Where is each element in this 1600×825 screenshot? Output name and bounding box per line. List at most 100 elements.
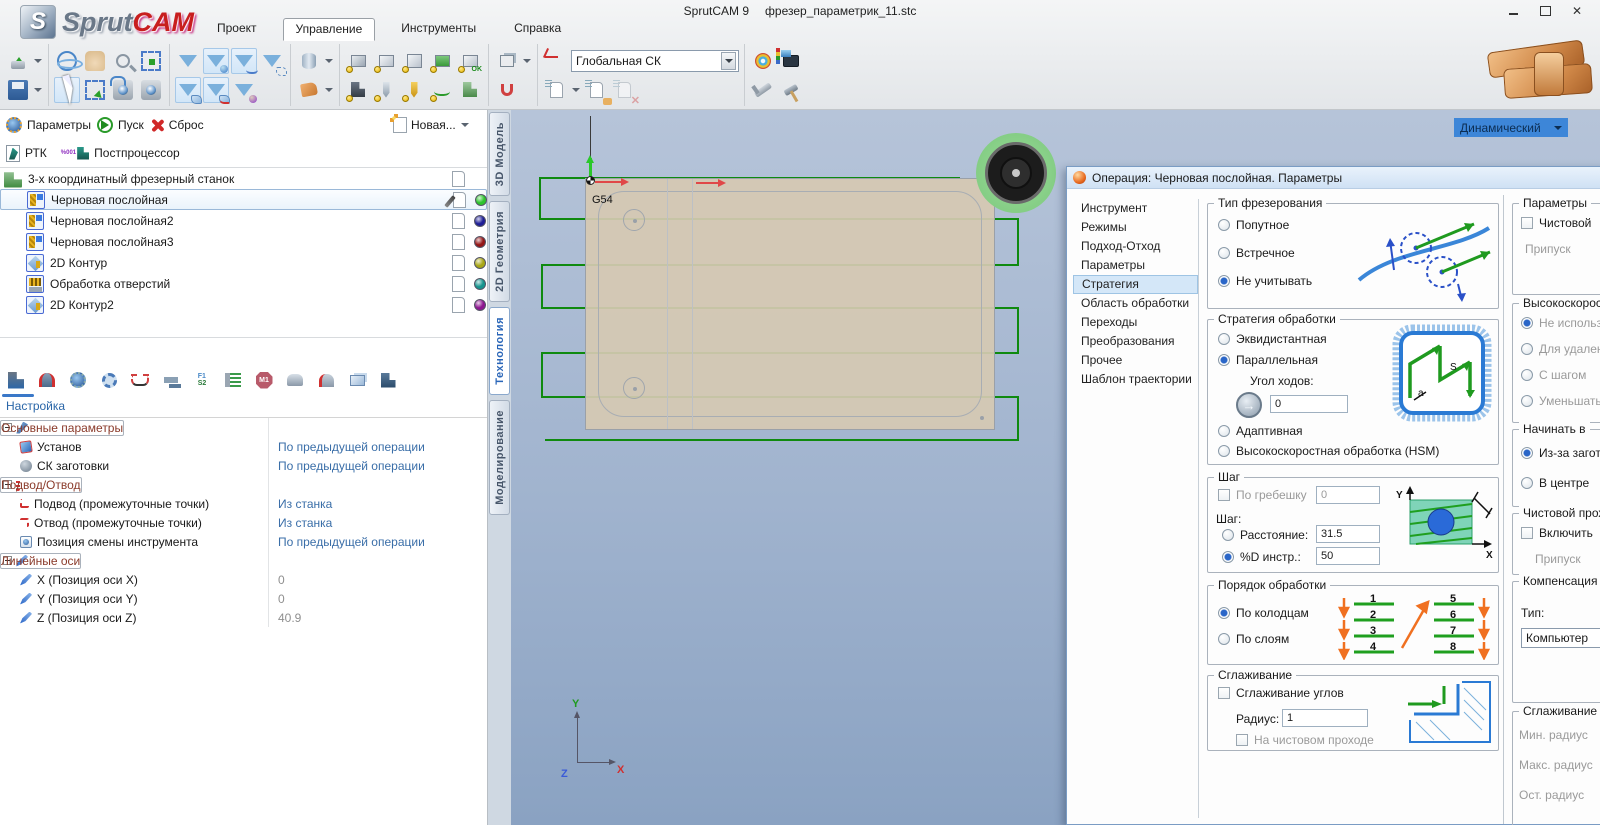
control-panel-button[interactable] [778, 48, 804, 74]
scallop-input[interactable]: 0 [1316, 486, 1380, 504]
param-row[interactable]: СК заготовки По предыдущей операции [0, 456, 487, 475]
workspace-tab[interactable]: 2D Геометрия [489, 201, 510, 303]
operation-doc-icon[interactable] [452, 296, 465, 313]
bounding-box-dropdown-icon[interactable] [522, 48, 532, 74]
mode-knob-icon[interactable] [66, 368, 90, 392]
cs-delete-button[interactable] [611, 77, 637, 103]
menu-tab[interactable]: Управление [282, 18, 376, 41]
operation-row[interactable]: 2D Контур2 [0, 294, 487, 315]
operation-row[interactable]: Черновая послойная3 [0, 231, 487, 252]
filter-solids-button[interactable] [175, 48, 201, 74]
close-button[interactable]: ✕ [1564, 3, 1590, 18]
workspace-tab[interactable]: Моделирование [489, 399, 510, 515]
cs-edit-button[interactable] [583, 77, 609, 103]
screenshot-button[interactable] [138, 77, 164, 103]
feeds-speeds-icon[interactable]: F1 S2 [190, 368, 214, 392]
rtk-button[interactable]: РТК [6, 144, 47, 162]
postprocessor-button[interactable]: %001 Постпроцессор [61, 146, 180, 160]
param-row[interactable]: Отвод (промежуточные точки) Из станка [0, 513, 487, 532]
operation-row[interactable]: Черновая послойная [0, 189, 487, 210]
param-value[interactable]: Из станка [278, 497, 332, 511]
filter-vertices-button[interactable] [231, 77, 257, 103]
save-button[interactable] [5, 77, 31, 103]
part-dome-icon[interactable] [283, 368, 307, 392]
tool-gold-button[interactable] [401, 77, 427, 103]
filter-surfaces-button[interactable] [175, 76, 202, 104]
param-row[interactable]: Установ По предыдущей операции [0, 437, 487, 456]
radio-icon[interactable] [1218, 219, 1230, 231]
operation-status-dot[interactable] [474, 298, 486, 311]
measure-button[interactable] [750, 77, 776, 103]
import-model-button[interactable] [5, 48, 31, 74]
zoom-button[interactable] [110, 48, 136, 74]
operation-status-dot[interactable] [474, 256, 486, 269]
pan-view-button[interactable] [82, 48, 108, 74]
parallel-option[interactable]: Параллельная [1218, 353, 1318, 367]
hsm-option[interactable]: С шагом [1521, 368, 1600, 382]
tool-icon[interactable] [159, 368, 183, 392]
angle-input[interactable]: 0 [1270, 395, 1348, 413]
fixture-settings-icon[interactable] [35, 368, 59, 392]
param-row[interactable]: X (Позиция оси X) 0 [0, 570, 487, 589]
start-in-option[interactable]: В центре [1521, 476, 1600, 490]
new-operation-button[interactable]: Новая... [390, 112, 470, 138]
dialog-nav-item[interactable]: Прочее [1073, 351, 1198, 370]
import-dropdown-icon[interactable] [33, 48, 43, 74]
param-value[interactable]: По предыдущей операции [278, 535, 425, 549]
filter-meshes-button[interactable] [259, 48, 287, 76]
param-row[interactable]: Y (Позиция оси Y) 0 [0, 589, 487, 608]
bounding-box-button[interactable] [494, 48, 520, 74]
filter-points-button[interactable] [203, 47, 229, 74]
stock-cap-button[interactable] [373, 48, 399, 74]
param-row[interactable]: Основные параметры [0, 418, 487, 437]
workspace-tab[interactable]: Технология [489, 307, 510, 395]
finish-checkbox[interactable]: Чистовой [1521, 216, 1591, 230]
cs-combo-arrow-icon[interactable] [721, 51, 736, 70]
operation-row[interactable]: Черновая послойная2 [0, 210, 487, 231]
radius-input[interactable]: 1 [1282, 709, 1368, 727]
param-row[interactable]: Линейные оси [0, 551, 487, 570]
dialog-nav-item[interactable]: Переходы [1073, 313, 1198, 332]
finish-pass-checkbox[interactable]: На чистовом проходе [1236, 733, 1374, 747]
param-value[interactable]: По предыдущей операции [278, 440, 425, 454]
zoom-extents-button[interactable] [138, 48, 164, 74]
m1-stop-icon[interactable]: M1 [252, 368, 276, 392]
stock-cylinder-button[interactable] [429, 48, 455, 74]
screenshot-rotate-button[interactable] [110, 75, 136, 103]
operation-doc-icon[interactable] [452, 212, 465, 229]
param-row[interactable]: Позиция смены инструмента По предыдущей … [0, 532, 487, 551]
param-value[interactable]: Из станка [278, 516, 332, 530]
menu-tab[interactable]: Инструменты [389, 18, 488, 41]
distance-option[interactable]: Расстояние: [1222, 528, 1308, 542]
stock-wireframe-button[interactable] [345, 48, 371, 74]
operation-status-dot[interactable] [474, 214, 486, 227]
start-button[interactable]: Пуск [96, 117, 144, 133]
dialog-nav-item[interactable]: Преобразования [1073, 332, 1198, 351]
parameters-button[interactable]: Параметры [6, 117, 91, 133]
part-model-button[interactable] [296, 77, 322, 103]
cs-new-button[interactable] [543, 77, 569, 103]
operation-status-dot[interactable] [475, 193, 487, 206]
operation-doc-icon[interactable] [452, 233, 465, 250]
operation-doc-icon[interactable] [444, 191, 466, 208]
lists-icon[interactable] [221, 368, 245, 392]
dialog-nav-item[interactable]: Стратегия [1073, 275, 1198, 294]
distance-input[interactable]: 31.5 [1316, 525, 1380, 543]
menu-tab[interactable]: Справка [502, 18, 573, 41]
machine-settings-tab-icon[interactable] [4, 368, 28, 392]
dialog-nav-item[interactable]: Подход-Отход [1073, 237, 1198, 256]
stock-ok-button[interactable]: OK [457, 48, 483, 74]
view-mode-dropdown[interactable]: Динамический [1454, 118, 1568, 137]
operation-doc-icon[interactable] [452, 254, 465, 271]
hsm-option[interactable]: Для удаления [1521, 342, 1600, 356]
equidistant-option[interactable]: Эквидистантная [1218, 332, 1327, 346]
scallop-checkbox[interactable]: По гребешку [1218, 488, 1307, 502]
percent-option[interactable]: %D инстр.: [1222, 550, 1301, 564]
contour-icon[interactable] [128, 368, 152, 392]
param-row[interactable]: Подвод (промежуточные точки) Из станка [0, 494, 487, 513]
filter-edges-button[interactable] [203, 76, 230, 104]
tolerance-rings-button[interactable] [750, 48, 776, 74]
save-dropdown-icon[interactable] [33, 77, 43, 103]
param-row[interactable]: Подвод/Отвод [0, 475, 487, 494]
utilities-button[interactable] [778, 77, 804, 103]
